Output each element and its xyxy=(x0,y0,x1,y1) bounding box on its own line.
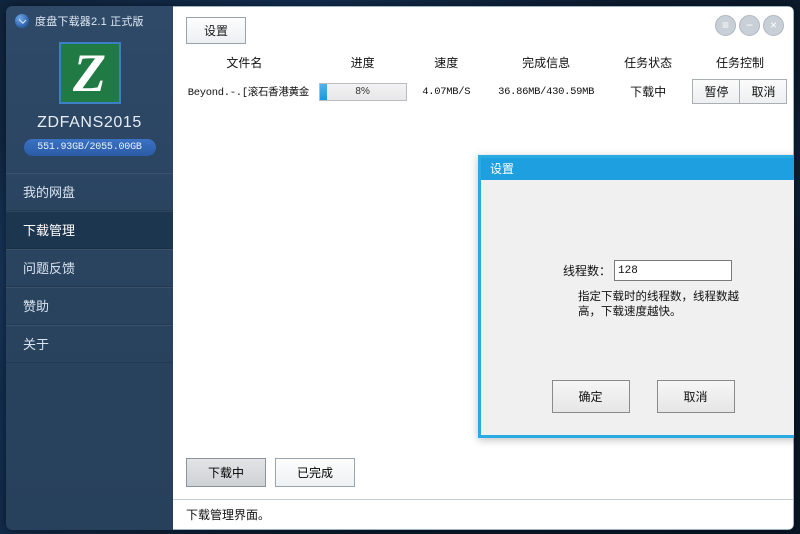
cell-state: 下载中 xyxy=(609,77,687,106)
dialog-body: 线程数： 指定下载时的线程数，线程数越高，下载速度越快。 确定 取消 xyxy=(481,180,794,435)
thread-count-field-row: 线程数： xyxy=(563,260,732,281)
tab-downloading[interactable]: 下载中 xyxy=(186,458,266,487)
column-header-state: 任务状态 xyxy=(609,52,687,77)
progress-bar: 8% xyxy=(319,83,407,101)
table-header-row: 文件名 进度 速度 完成信息 任务状态 任务控制 xyxy=(173,52,793,77)
column-header-progress: 进度 xyxy=(316,52,410,77)
dialog-cancel-button[interactable]: 取消 xyxy=(657,380,735,413)
tab-completed[interactable]: 已完成 xyxy=(275,458,355,487)
table-body: Beyond.-.[滚石香港黄金 8% 4.07MB/S 36.86MB/430… xyxy=(173,77,793,106)
download-table: 文件名 进度 速度 完成信息 任务状态 任务控制 Beyond.-.[滚石香港黄… xyxy=(173,52,793,106)
cell-progress: 8% xyxy=(316,77,410,106)
app-logo: Z xyxy=(59,42,121,104)
sidebar-item-my-netdisk[interactable]: 我的网盘 xyxy=(6,173,173,211)
download-view-tabs: 下载中 已完成 xyxy=(186,458,355,487)
application-window: 度盘下载器2.1 正式版 Z ZDFANS2015 551.93GB/2055.… xyxy=(6,6,794,530)
minimize-icon: − xyxy=(740,16,759,35)
column-header-completed: 完成信息 xyxy=(483,52,609,77)
settings-button[interactable]: 设置 xyxy=(186,17,246,44)
dialog-ok-button[interactable]: 确定 xyxy=(552,380,630,413)
progress-percent: 8% xyxy=(320,84,406,100)
cell-speed: 4.07MB/S xyxy=(410,77,483,106)
task-control-group: 暂停 取消 xyxy=(692,79,787,104)
window-title: 度盘下载器2.1 正式版 xyxy=(35,13,144,29)
column-header-filename: 文件名 xyxy=(173,52,316,77)
account-username: ZDFANS2015 xyxy=(6,114,173,132)
window-controls: ≡ − × xyxy=(715,15,784,36)
column-header-speed: 速度 xyxy=(410,52,483,77)
cell-completed-info: 36.86MB/430.59MB xyxy=(483,77,609,106)
close-icon: × xyxy=(764,16,783,35)
table-row[interactable]: Beyond.-.[滚石香港黄金 8% 4.07MB/S 36.86MB/430… xyxy=(173,77,793,106)
sidebar-item-feedback[interactable]: 问题反馈 xyxy=(6,249,173,287)
sidebar: 度盘下载器2.1 正式版 Z ZDFANS2015 551.93GB/2055.… xyxy=(6,6,173,530)
cancel-task-button[interactable]: 取消 xyxy=(739,80,786,103)
settings-dialog: 设置 线程数： 指定下载时的线程数，线程数越高，下载速度越快。 确定 取消 xyxy=(478,155,794,438)
storage-capacity-badge: 551.93GB/2055.00GB xyxy=(24,139,156,156)
download-circle-icon xyxy=(15,14,29,28)
dialog-title: 设置 xyxy=(481,158,794,180)
thread-count-hint: 指定下载时的线程数，线程数越高，下载速度越快。 xyxy=(578,290,743,320)
window-titlebar: 度盘下载器2.1 正式版 xyxy=(6,6,173,36)
account-panel: Z ZDFANS2015 551.93GB/2055.00GB xyxy=(6,36,173,156)
sidebar-item-about[interactable]: 关于 xyxy=(6,325,173,363)
sidebar-item-download-manager[interactable]: 下载管理 xyxy=(6,211,173,249)
cell-control: 暂停 取消 xyxy=(687,77,793,106)
status-bar: 下载管理界面。 xyxy=(173,499,793,529)
cell-filename: Beyond.-.[滚石香港黄金 xyxy=(173,77,316,106)
sidebar-item-donate[interactable]: 赞助 xyxy=(6,287,173,325)
column-header-control: 任务控制 xyxy=(687,52,793,77)
pause-button[interactable]: 暂停 xyxy=(693,80,739,103)
status-bar-text: 下载管理界面。 xyxy=(186,508,270,522)
sidebar-nav: 我的网盘 下载管理 问题反馈 赞助 关于 xyxy=(6,173,173,363)
toolbar: 设置 xyxy=(173,7,793,44)
table-header: 文件名 进度 速度 完成信息 任务状态 任务控制 xyxy=(173,52,793,77)
logo-letter: Z xyxy=(61,44,119,102)
menu-button[interactable]: ≡ xyxy=(715,15,736,36)
dialog-buttons: 确定 取消 xyxy=(481,380,794,413)
thread-count-label: 线程数： xyxy=(563,262,611,279)
close-button[interactable]: × xyxy=(763,15,784,36)
minimize-button[interactable]: − xyxy=(739,15,760,36)
thread-count-input[interactable] xyxy=(614,260,732,281)
menu-icon: ≡ xyxy=(716,16,735,35)
content-panel: ≡ − × 设置 文件名 进度 速度 完成信息 任务状态 任务控制 xyxy=(173,6,794,530)
